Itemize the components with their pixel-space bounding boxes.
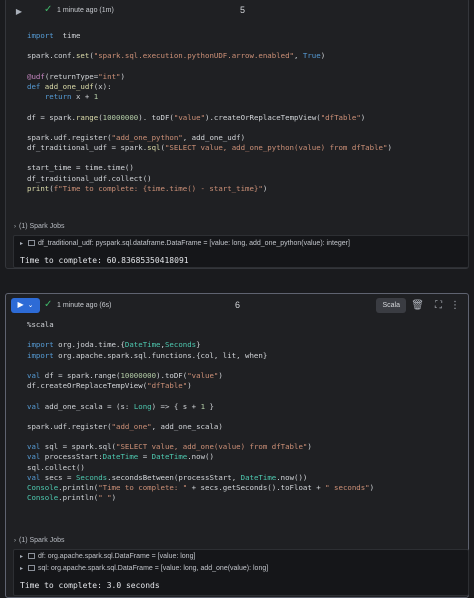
spark-jobs-toggle[interactable]: › (1) Spark Jobs bbox=[14, 537, 65, 544]
run-cell-button[interactable]: ▶ ⌄ bbox=[11, 298, 40, 313]
spark-jobs-toggle[interactable]: › (1) Spark Jobs bbox=[14, 223, 65, 230]
code-line: import time bbox=[27, 31, 81, 40]
caret-right-icon: › bbox=[14, 538, 16, 544]
cell-output: ▸ df: org.apache.spark.sql.DataFrame = [v… bbox=[13, 549, 469, 596]
cell-status-time: 1 minute ago (6s) bbox=[57, 302, 112, 309]
caret-right-icon: ▸ bbox=[20, 566, 24, 572]
cell-header: ▶ ✓ 1 minute ago (1m) 5 bbox=[6, 0, 468, 21]
code-line: %scala bbox=[27, 320, 54, 329]
code-line: import org.joda.time.{DateTime,Seconds} bbox=[27, 340, 201, 350]
code-line: val add_one_scala = (s: Long) => { s + 1… bbox=[27, 401, 214, 411]
check-icon: ✓ bbox=[44, 299, 53, 310]
code-line: start_time = time.time() bbox=[27, 163, 134, 173]
code-line: spark.conf.set("spark.sql.execution.pyth… bbox=[27, 51, 326, 61]
dataframe-schema-text: sql: org.apache.spark.sql.DataFrame = [v… bbox=[38, 565, 269, 572]
code-line: return x + 1 bbox=[44, 92, 99, 102]
cell-number: 5 bbox=[240, 5, 246, 15]
code-line: print(f"Time to complete: {time.time() -… bbox=[27, 183, 268, 193]
code-line: df = spark.range(10000000). toDF("value"… bbox=[27, 112, 366, 122]
code-line: val df = spark.range(10000000).toDF("val… bbox=[27, 370, 223, 380]
table-icon bbox=[28, 240, 36, 246]
run-cell-button[interactable]: ▶ bbox=[12, 5, 26, 19]
trash-icon[interactable]: 🗑 bbox=[411, 298, 424, 313]
spark-jobs-label: (1) Spark Jobs bbox=[19, 537, 65, 544]
caret-right-icon: ▸ bbox=[20, 241, 24, 247]
dataframe-schema-row[interactable]: ▸ df_traditional_udf: pyspark.sql.datafra… bbox=[20, 240, 350, 247]
output-result: Time to complete: 3.0 seconds bbox=[20, 581, 160, 590]
code-line: spark.udf.register("add_one", add_one_sc… bbox=[27, 421, 223, 431]
code-line: spark.udf.register("add_one_python", add… bbox=[27, 132, 246, 142]
code-line: Console.println(" ") bbox=[27, 493, 117, 503]
caret-right-icon: › bbox=[14, 224, 16, 230]
expand-icon[interactable]: ⛶ bbox=[435, 298, 442, 313]
more-icon[interactable]: ⋮ bbox=[450, 298, 460, 313]
notebook-cell-5: ▶ ✓ 1 minute ago (1m) 5 import time spar… bbox=[5, 0, 469, 269]
code-line: val secs = Seconds.secondsBetween(proces… bbox=[27, 472, 308, 482]
dataframe-schema-row[interactable]: ▸ df: org.apache.spark.sql.DataFrame = [v… bbox=[20, 553, 195, 560]
code-line: import org.apache.spark.sql.functions.{c… bbox=[27, 350, 268, 360]
dataframe-schema-row[interactable]: ▸ sql: org.apache.spark.sql.DataFrame = [… bbox=[20, 565, 268, 572]
table-icon bbox=[28, 565, 36, 571]
code-line: df_traditional_udf = spark.sql("SELECT v… bbox=[27, 143, 392, 153]
table-icon bbox=[28, 553, 36, 559]
dataframe-schema-text: df: org.apache.spark.sql.DataFrame = [va… bbox=[38, 553, 196, 560]
code-line: @udf(returnType="int") bbox=[27, 71, 125, 81]
spark-jobs-label: (1) Spark Jobs bbox=[19, 223, 65, 230]
play-icon: ▶ bbox=[17, 300, 24, 309]
code-line: val processStart:DateTime = DateTime.now… bbox=[27, 452, 214, 462]
chevron-down-icon: ⌄ bbox=[27, 302, 34, 309]
code-editor[interactable]: import time spark.conf.set("spark.sql.ex… bbox=[27, 31, 392, 194]
code-line: df.createOrReplaceTempView("dfTable") bbox=[27, 381, 192, 391]
output-result: Time to complete: 60.83685350418091 bbox=[20, 256, 189, 265]
code-editor[interactable]: %scala import org.joda.time.{DateTime,Se… bbox=[27, 320, 374, 503]
code-line: val sql = spark.sql("SELECT value, add_o… bbox=[27, 442, 312, 452]
play-icon: ▶ bbox=[15, 7, 23, 16]
cell-number: 6 bbox=[235, 300, 241, 310]
notebook-cell-6: ▶ ⌄ ✓ 1 minute ago (6s) 6 Scala 🗑 ⛶ ⋮ %sc… bbox=[5, 293, 469, 598]
code-line: Console.println("Time to complete: " + s… bbox=[27, 483, 375, 492]
cell-output: ▸ df_traditional_udf: pyspark.sql.datafra… bbox=[13, 235, 469, 268]
language-selector[interactable]: Scala bbox=[376, 298, 406, 313]
caret-right-icon: ▸ bbox=[20, 554, 24, 560]
cell-status-time: 1 minute ago (1m) bbox=[57, 7, 114, 14]
check-icon: ✓ bbox=[44, 4, 53, 15]
code-line: sql.collect() bbox=[27, 462, 85, 472]
code-line: df_traditional_udf.collect() bbox=[27, 173, 152, 183]
cell-header: ▶ ⌄ ✓ 1 minute ago (6s) 6 Scala 🗑 ⛶ ⋮ bbox=[6, 294, 468, 316]
dataframe-schema-text: df_traditional_udf: pyspark.sql.datafram… bbox=[38, 240, 350, 247]
code-line: def add_one_udf(x): bbox=[27, 81, 112, 91]
